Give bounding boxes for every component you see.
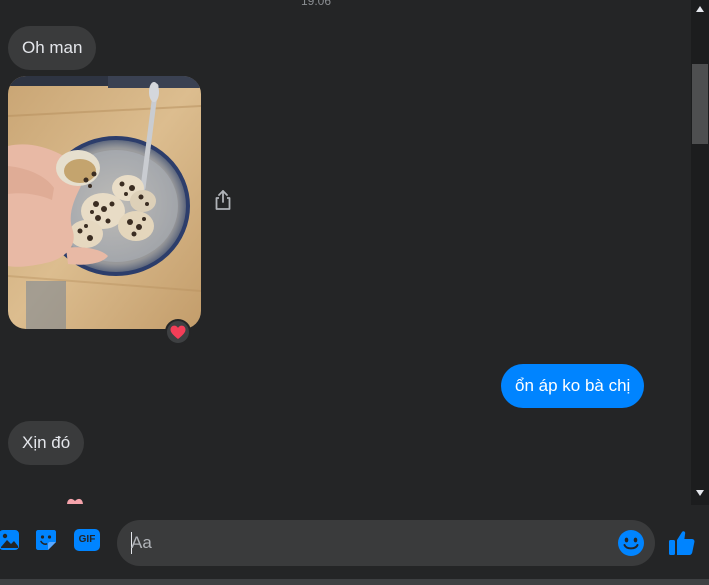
message-timestamp: 19:06: [300, 0, 332, 8]
message-bubble-outgoing[interactable]: ổn áp ko bà chị: [501, 364, 645, 408]
share-button[interactable]: [210, 187, 236, 213]
reaction-peek-icon: [62, 492, 88, 504]
sticker-icon: [36, 530, 56, 550]
gif-label: GIF: [78, 534, 96, 545]
attach-image-button[interactable]: [0, 527, 22, 553]
triangle-up-icon: [696, 6, 704, 12]
share-icon: [215, 190, 231, 210]
heart-icon: [170, 325, 186, 339]
heart-reaction[interactable]: [165, 319, 191, 345]
message-bubble-incoming[interactable]: Xịn đó: [8, 421, 85, 465]
messenger-chat-window: 19:06 Oh man ổn áp ko bà chị Xịn đó GIF …: [0, 0, 709, 585]
send-like-button[interactable]: [667, 528, 697, 558]
message-photo[interactable]: [8, 76, 201, 329]
scroll-down-button[interactable]: [691, 486, 709, 500]
scroll-up-button[interactable]: [691, 2, 709, 16]
triangle-down-icon: [696, 490, 704, 496]
photo-snails-in-bowl: [8, 76, 201, 329]
scrollbar-thumb[interactable]: [692, 64, 708, 144]
thumbs-up-icon: [669, 531, 695, 555]
emoji-button[interactable]: [617, 529, 645, 557]
message-input-container[interactable]: [117, 520, 655, 566]
smile-icon: [618, 530, 644, 556]
message-input[interactable]: [131, 520, 611, 566]
gif-button[interactable]: GIF: [74, 527, 100, 553]
window-bottom-edge: [0, 579, 709, 585]
sticker-button[interactable]: [33, 527, 59, 553]
message-bubble-incoming[interactable]: Oh man: [8, 26, 97, 70]
image-icon: [0, 530, 19, 550]
